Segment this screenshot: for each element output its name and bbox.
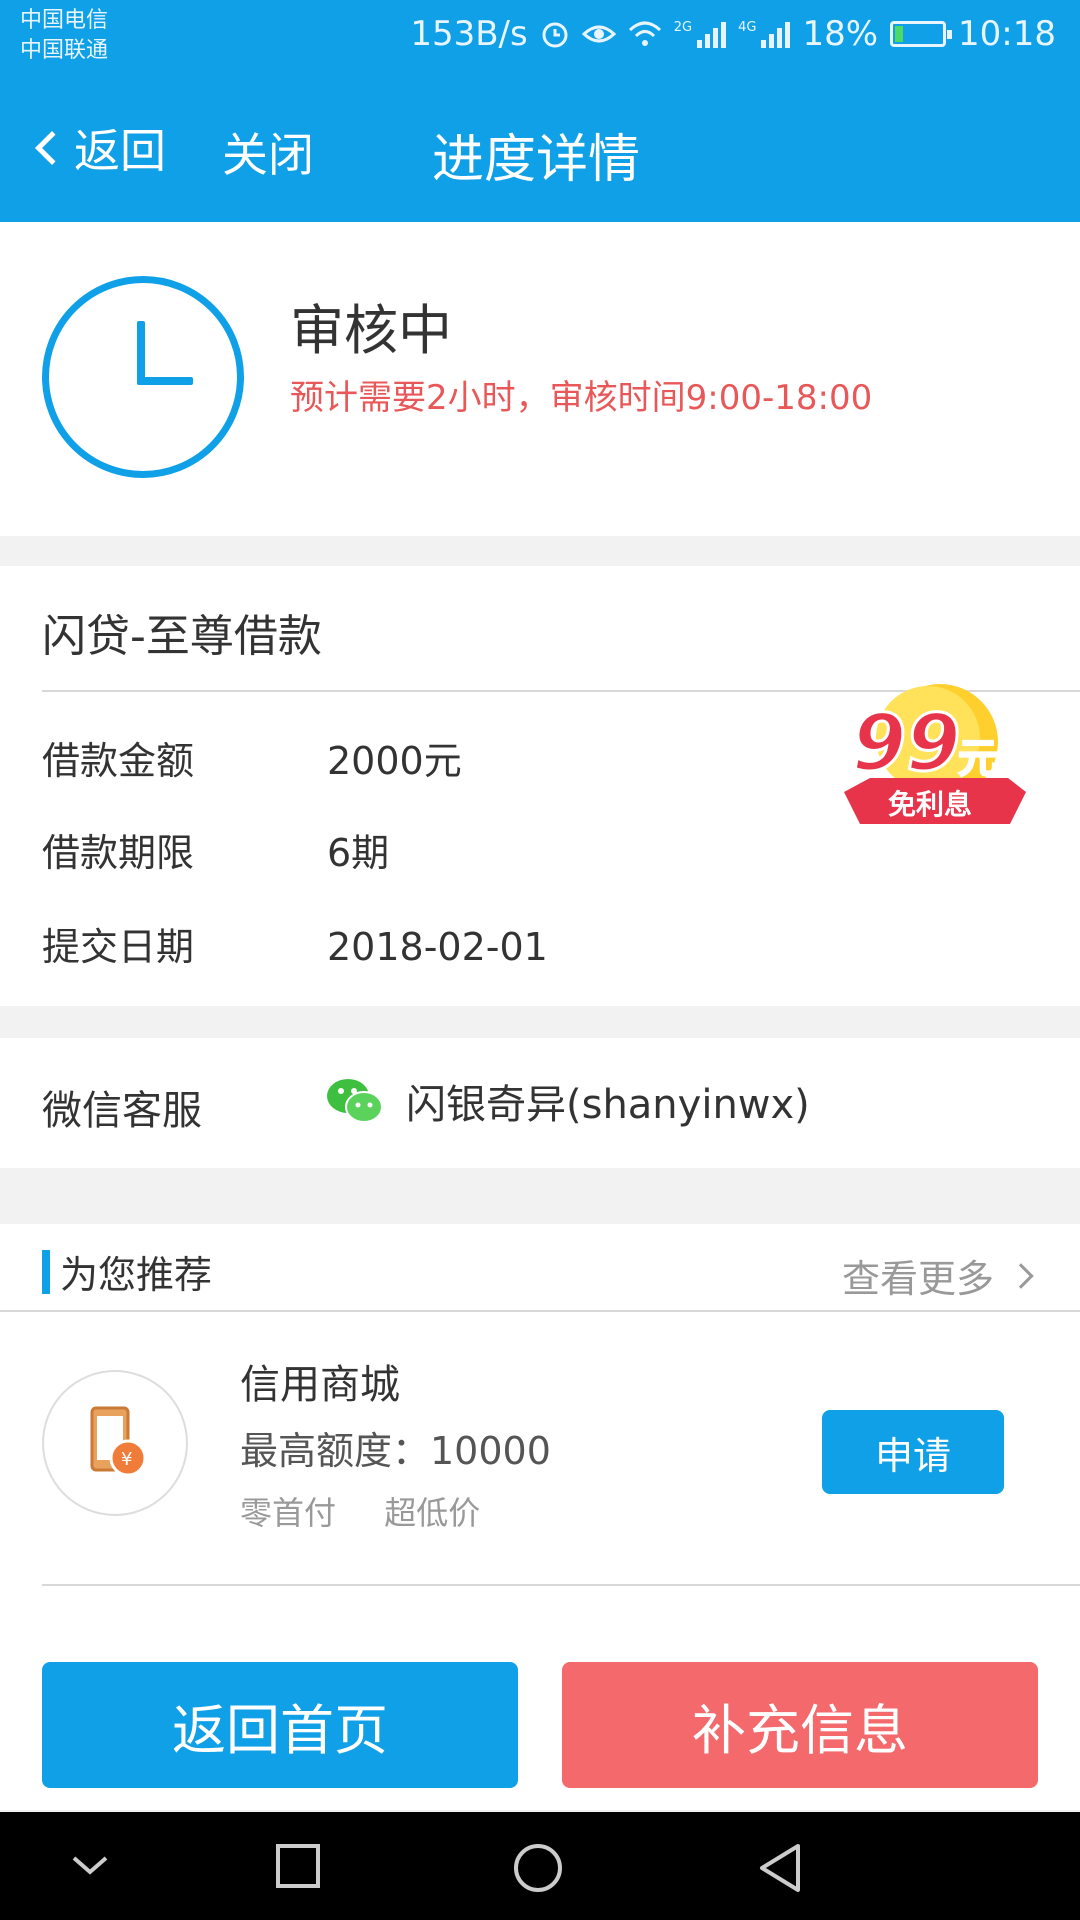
- see-more-link[interactable]: 查看更多: [841, 1248, 1034, 1303]
- product-limit: 最高额度：10000: [240, 1429, 551, 1473]
- interest-free-badge: 99 元 免利息: [844, 684, 1026, 824]
- wechat-label: 微信客服: [42, 1088, 202, 1134]
- eye-comfort-icon: [581, 25, 616, 43]
- status-bar: 中国电信 中国联通 153B/s 2G 4G 18% 10:18: [0, 0, 1080, 75]
- loan-row-value: 2018-02-01: [327, 925, 548, 969]
- back-home-button[interactable]: 返回首页: [42, 1662, 518, 1788]
- loan-row-value: 2000元: [327, 739, 462, 783]
- wechat-account[interactable]: 闪银奇异(shanyinwx): [326, 1072, 810, 1130]
- loan-row-date: 提交日期 2018-02-01: [42, 916, 548, 971]
- supplement-info-button[interactable]: 补充信息: [562, 1662, 1038, 1788]
- chevron-left-icon: [35, 131, 69, 165]
- see-more-label: 查看更多: [841, 1257, 994, 1301]
- bottom-action-bar: 返回首页 补充信息: [0, 1640, 1080, 1810]
- system-nav-bar: [0, 1812, 1080, 1920]
- badge-unit: 元: [958, 736, 998, 782]
- nav-bar: 返回 关闭 进度详情: [0, 95, 1080, 205]
- alarm-icon: [542, 22, 568, 48]
- loan-details-card: 闪贷-至尊借款 借款金额 2000元 借款期限 6期 提交日期 2018-02-01 …: [0, 566, 1080, 1006]
- badge-number: 99: [852, 699, 961, 789]
- carrier-info: 中国电信 中国联通: [20, 6, 108, 66]
- clock-icon: [42, 276, 244, 478]
- signal-2g-icon: 2G: [674, 20, 727, 48]
- battery-percent: 18%: [802, 14, 879, 54]
- clock-time: 10:18: [958, 14, 1056, 54]
- divider: [42, 1584, 1080, 1586]
- product-item-icon: ¥: [42, 1370, 188, 1516]
- product-tag: 零首付: [240, 1494, 337, 1532]
- loan-row-amount: 借款金额 2000元: [42, 730, 462, 785]
- loan-row-label: 借款期限: [42, 831, 195, 875]
- accent-bar: [42, 1249, 50, 1294]
- phone-coin-icon: ¥: [90, 1406, 147, 1477]
- status-note: 预计需要2小时，审核时间9:00-18:00: [290, 378, 873, 418]
- wifi-icon: [628, 21, 661, 46]
- loan-row-term: 借款期限 6期: [42, 822, 389, 877]
- back-nav-icon[interactable]: [756, 1842, 804, 1894]
- chevron-right-icon: [1008, 1262, 1034, 1289]
- review-status-card: 审核中 预计需要2小时，审核时间9:00-18:00: [0, 222, 1080, 536]
- close-button[interactable]: 关闭: [222, 119, 314, 185]
- carrier-1: 中国电信: [20, 8, 109, 33]
- home-icon[interactable]: [512, 1842, 564, 1894]
- signal-4g-icon: 4G: [738, 20, 791, 48]
- wechat-icon: [327, 1079, 383, 1123]
- carrier-2: 中国联通: [20, 38, 109, 63]
- back-label: 返回: [74, 124, 166, 178]
- recommendation-section: 为您推荐 查看更多 ¥ 信用商城 最高额度：10000 零首付 超低价 申请 信…: [0, 1224, 1080, 1664]
- section-title: 为您推荐: [60, 1253, 213, 1297]
- page-title: 进度详情: [432, 130, 641, 190]
- wechat-value: 闪银奇异(shanyinwx): [406, 1082, 810, 1128]
- loan-row-label: 提交日期: [42, 925, 195, 969]
- hide-keyboard-icon[interactable]: [68, 1842, 112, 1886]
- product-tag: 超低价: [384, 1494, 481, 1532]
- svg-text:¥: ¥: [121, 1449, 132, 1470]
- apply-button[interactable]: 申请: [822, 1410, 1004, 1494]
- divider: [0, 1310, 1080, 1312]
- loan-product-title: 闪贷-至尊借款: [42, 611, 322, 662]
- product-name: 信用商城: [240, 1362, 400, 1408]
- top-header: 中国电信 中国联通 153B/s 2G 4G 18% 10:18 返回 关闭 进…: [0, 0, 1080, 222]
- loan-row-label: 借款金额: [42, 739, 195, 783]
- network-speed: 153B/s: [410, 14, 528, 54]
- status-indicators: 153B/s 2G 4G 18% 10:18: [410, 14, 1056, 54]
- product-tags: 零首付 超低价: [240, 1488, 518, 1534]
- section-header: 为您推荐: [42, 1244, 212, 1299]
- loan-row-value: 6期: [327, 831, 390, 875]
- battery-icon: [890, 21, 953, 47]
- wechat-support-card: 微信客服 闪银奇异(shanyinwx): [0, 1038, 1080, 1168]
- status-title: 审核中: [290, 299, 452, 362]
- back-button[interactable]: 返回: [30, 115, 166, 181]
- recent-apps-icon[interactable]: [274, 1842, 322, 1890]
- badge-ribbon: 免利息: [888, 788, 972, 821]
